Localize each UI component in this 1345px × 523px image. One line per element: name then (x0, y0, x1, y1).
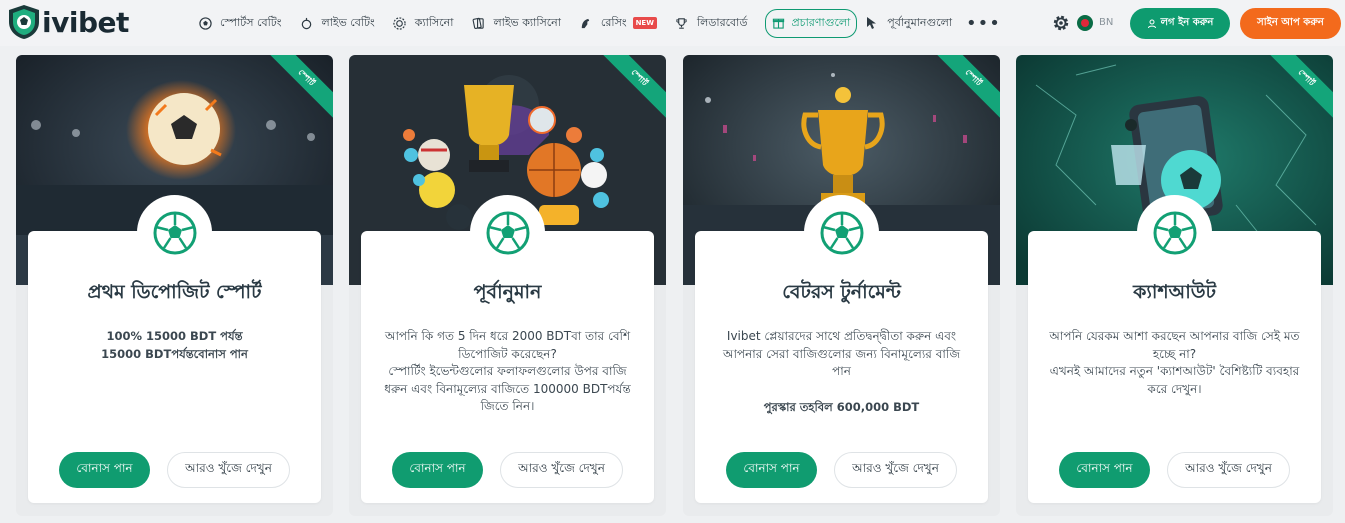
soccer-ball-icon (198, 16, 212, 30)
get-bonus-button[interactable]: বোনাস পান (392, 452, 483, 488)
nav-casino[interactable]: ক্যাসিনো (393, 14, 454, 33)
card-description: আপনি কি গত 5 দিন ধরে 2000 BDTবা তার বেশি… (379, 328, 636, 416)
card-title: ক্যাশআউট (1133, 281, 1216, 303)
desc-line: Ivibet প্লেয়ারদের সাথে প্রতিদ্বন্দ্বীতা… (722, 329, 961, 378)
card-title: প্রথম ডিপোজিট স্পোর্ট (87, 281, 262, 303)
desc-line: স্পোর্টিং ইভেন্টগুলোর ফলাফলগুলোর উপর বাজ… (384, 364, 631, 413)
gift-icon (772, 16, 786, 30)
desc-line: আপনি কি গত 5 দিন ধরে 2000 BDTবা তার বেশি… (384, 329, 631, 361)
prize-pool: পুরস্কার তহবিল 600,000 BDT (763, 399, 920, 414)
get-bonus-button[interactable]: বোনাস পান (1059, 452, 1150, 488)
get-bonus-button[interactable]: বোনাস পান (726, 452, 817, 488)
nav-label: স্পোর্টস বেটিং (220, 15, 282, 29)
nav-label: প্রচারণাগুলো (791, 15, 851, 29)
nav-label: লিডারবোর্ড (696, 15, 748, 29)
soccer-ball-icon (804, 195, 879, 270)
desc-line: 100% 15000 BDT পর্যন্ত (106, 329, 243, 343)
nav-label: লাইভ ক্যাসিনো (493, 15, 561, 29)
top-header: ivibet স্পোর্টস বেটিং লাইভ বেটিং ক্যাসিন… (0, 0, 1345, 46)
signup-button[interactable]: সাইন আপ করুন (1240, 8, 1341, 39)
soccer-ball-icon (470, 195, 545, 270)
bangladesh-flag-icon[interactable] (1077, 15, 1093, 31)
more-menu-button[interactable]: ••• (966, 13, 1001, 34)
casino-chip-icon (393, 16, 407, 30)
promo-card-first-deposit: স্পোর্ট প্রথম ডিপোজিট স্পোর্ট 100% 15000… (16, 55, 333, 516)
brand-name: ivibet (42, 5, 129, 39)
nav-predictions[interactable]: পূর্বানুমানগুলো (865, 14, 952, 33)
promo-card-cashout: স্পোর্ট ক্যাশআউট আপনি যেরকম আশা করছেন আপ… (1016, 55, 1333, 516)
nav-live-casino[interactable]: লাইভ ক্যাসিনো (471, 14, 561, 33)
learn-more-button[interactable]: আরও খুঁজে দেখুন (167, 452, 290, 488)
gear-icon[interactable] (1052, 14, 1070, 32)
language-selector[interactable]: BN (1099, 17, 1113, 28)
promo-card-bettors-tournament: স্পোর্ট বেটরস টুর্নামেন্ট Ivibet প্লেয়া… (683, 55, 1000, 516)
nav-leaderboard[interactable]: লিডারবোর্ড (675, 14, 748, 33)
nav-label: ক্যাসিনো (414, 15, 454, 29)
card-title: পূর্বানুমান (473, 281, 542, 303)
soccer-ball-icon (1137, 195, 1212, 270)
card-description: 100% 15000 BDT পর্যন্ত 15000 BDTপর্যন্তব… (46, 328, 303, 363)
user-icon (1147, 19, 1156, 28)
cards-icon (471, 16, 485, 30)
nav-live-betting[interactable]: লাইভ বেটিং (300, 14, 375, 33)
card-description: Ivibet প্লেয়ারদের সাথে প্রতিদ্বন্দ্বীতা… (713, 328, 970, 416)
desc-line: আপনি যেরকম আশা করছেন আপনার বাজি সেই মত হ… (1049, 329, 1300, 361)
login-button[interactable]: লগ ইন করুন (1130, 8, 1230, 39)
get-bonus-button[interactable]: বোনাস পান (59, 452, 150, 488)
horse-icon (579, 16, 593, 30)
card-description: আপনি যেরকম আশা করছেন আপনার বাজি সেই মত হ… (1046, 328, 1303, 398)
nav-label: পূর্বানুমানগুলো (887, 15, 953, 29)
nav-label: লাইভ বেটিং (321, 15, 375, 29)
learn-more-button[interactable]: আরও খুঁজে দেখুন (1167, 452, 1290, 488)
new-badge: NEW (632, 17, 657, 29)
learn-more-button[interactable]: আরও খুঁজে দেখুন (834, 452, 957, 488)
nav-racing[interactable]: রেসিং NEW (579, 14, 657, 33)
promo-card-prediction: স্পোর্ট পূর্বানুমান আপনি কি গত 5 দিন ধরে… (349, 55, 666, 516)
card-title: বেটরস টুর্নামেন্ট (782, 281, 901, 303)
live-icon (300, 16, 314, 30)
soccer-ball-icon (137, 195, 212, 270)
nav-sports-betting[interactable]: স্পোর্টস বেটিং (198, 14, 282, 33)
cursor-icon (865, 16, 879, 30)
nav-promotions[interactable]: প্রচারণাগুলো (765, 8, 858, 38)
desc-line: এখনই আমাদের নতুন 'ক্যাশআউট' বৈশিষ্ট্যটি … (1049, 364, 1300, 396)
trophy-icon (675, 16, 689, 30)
shield-logo-icon (9, 5, 39, 39)
main-nav: স্পোর্টস বেটিং লাইভ বেটিং ক্যাসিনো লাইভ … (198, 0, 1001, 46)
login-label: লগ ইন করুন (1160, 17, 1214, 28)
signup-label: সাইন আপ করুন (1257, 17, 1324, 28)
learn-more-button[interactable]: আরও খুঁজে দেখুন (500, 452, 623, 488)
desc-line: 15000 BDTপর্যন্তবোনাস পান (101, 346, 248, 361)
nav-label: রেসিং (600, 15, 627, 29)
brand-logo[interactable]: ivibet (7, 4, 129, 40)
